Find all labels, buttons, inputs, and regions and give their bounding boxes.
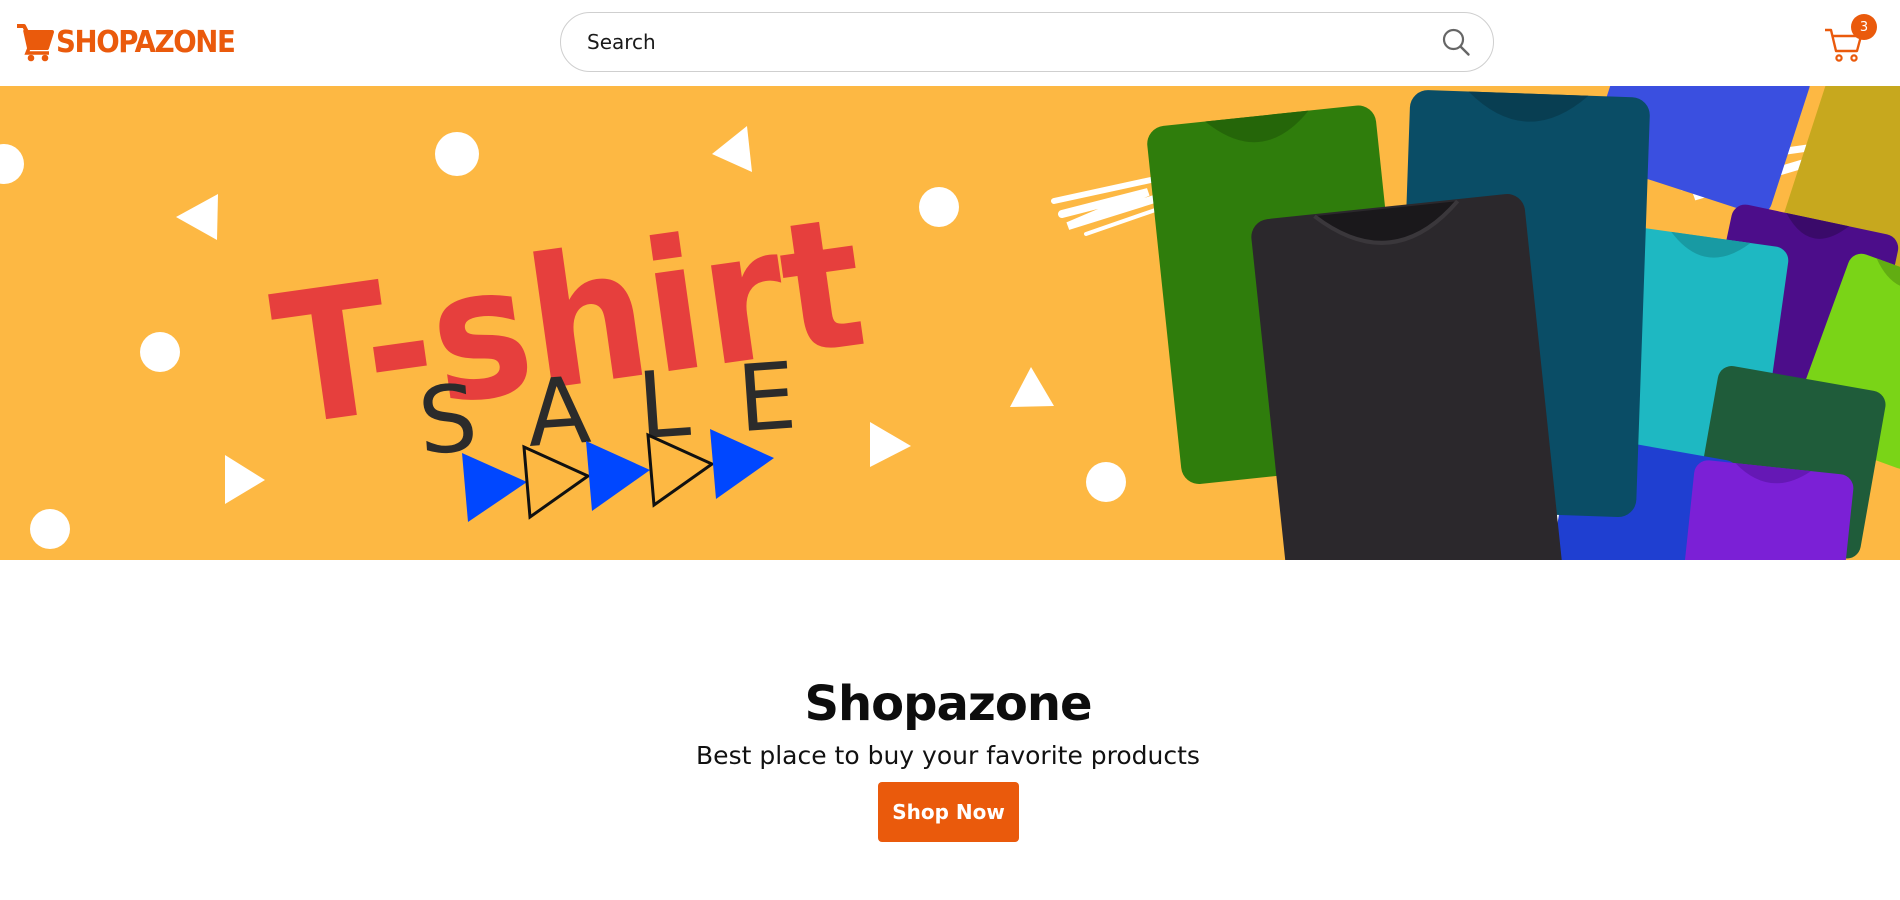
search-bar <box>560 12 1494 72</box>
banner-artwork: T-shirt SALE <box>0 86 1900 560</box>
hero-title: Shopazone <box>804 676 1092 732</box>
logo[interactable]: SHOPAZONE <box>16 20 250 64</box>
cart-count-badge: 3 <box>1851 14 1877 40</box>
search-icon[interactable] <box>1441 27 1471 57</box>
shopping-cart-icon <box>17 24 54 62</box>
sale-banner[interactable]: T-shirt SALE <box>0 86 1900 560</box>
hero-subtitle: Best place to buy your favorite products <box>696 741 1200 770</box>
shop-now-button[interactable]: Shop Now <box>878 782 1019 842</box>
site-header: SHOPAZONE 3 <box>0 0 1900 87</box>
logo-text: SHOPAZONE <box>56 24 236 60</box>
cart-button[interactable]: 3 <box>1824 14 1877 66</box>
search-input[interactable] <box>585 29 1441 55</box>
